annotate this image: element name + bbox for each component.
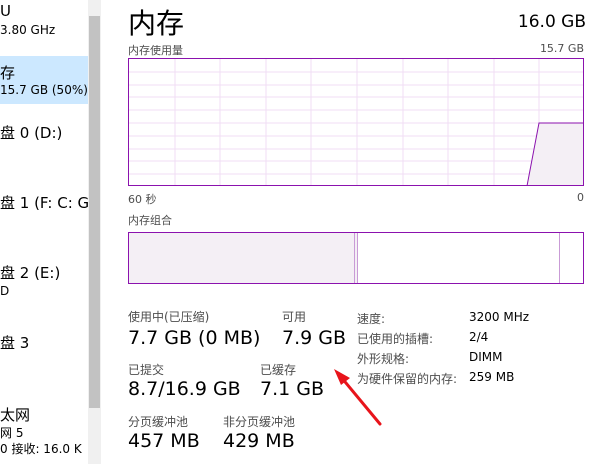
cached-value: 7.1 GB	[260, 378, 325, 400]
composition-standby[interactable]	[358, 233, 560, 283]
sidebar-item-label: 盘 0 (D:)	[0, 124, 63, 142]
sidebar-item-label: 存	[0, 64, 16, 82]
sidebar-item-throughput: 0 接收: 16.0 K	[0, 442, 82, 456]
memory-composition-bar	[128, 232, 584, 284]
page-title: 内存	[128, 7, 185, 40]
sidebar-item-disk-3[interactable]: 盘 3	[0, 324, 88, 380]
in-use-value: 7.7 GB (0 MB)	[128, 327, 261, 349]
in-use-label: 使用中(已压缩)	[128, 310, 210, 324]
hardware-reserved-label: 为硬件保留的内存:	[357, 372, 458, 386]
sidebar-item-disk-1[interactable]: 盘 1 (F: C: G:	[0, 184, 88, 240]
speed-value: 3200 MHz	[469, 310, 530, 324]
memory-usage-graph	[128, 58, 584, 186]
sidebar-item-sublabel: 网 5	[0, 426, 24, 440]
form-factor-value: DIMM	[469, 350, 503, 364]
composition-in-use[interactable]	[129, 233, 354, 283]
sidebar-item-label: 盘 1 (F: C: G:	[0, 194, 88, 212]
sidebar-item-sublabel: 15.7 GB (50%)	[0, 83, 88, 97]
sidebar-item-label: 太网	[0, 406, 31, 424]
slots-label: 已使用的插槽:	[357, 332, 434, 346]
sidebar-item-label: U	[0, 2, 11, 20]
composition-free[interactable]	[560, 233, 583, 283]
sidebar-item-label: 盘 3	[0, 334, 30, 352]
available-label: 可用	[282, 310, 307, 324]
sidebar-item-label: 盘 2 (E:)	[0, 264, 61, 282]
sidebar-item-sublabel: 3.80 GHz	[0, 23, 56, 37]
paged-pool-label: 分页缓冲池	[128, 415, 189, 429]
nonpaged-pool-label: 非分页缓冲池	[223, 415, 296, 429]
scrollbar-thumb[interactable]	[89, 16, 100, 408]
sidebar-item-cpu[interactable]: U 3.80 GHz	[0, 0, 88, 52]
usage-graph-label: 内存使用量	[128, 44, 183, 57]
usage-graph-svg	[129, 59, 583, 185]
sidebar-item-disk-0[interactable]: 盘 0 (D:)	[0, 114, 88, 170]
sidebar-item-sublabel: D	[0, 284, 10, 298]
composition-label: 内存组合	[128, 214, 172, 227]
sidebar: U 3.80 GHz 存 15.7 GB (50%) 盘 0 (D:) 盘 1 …	[0, 0, 88, 464]
total-memory: 16.0 GB	[517, 12, 586, 32]
sidebar-item-ethernet[interactable]: 太网 网 5 0 接收: 16.0 K	[0, 396, 88, 464]
slots-value: 2/4	[469, 330, 489, 344]
form-factor-label: 外形规格:	[357, 352, 410, 366]
speed-label: 速度:	[357, 312, 386, 326]
paged-pool-value: 457 MB	[128, 430, 200, 452]
graph-time-right: 0	[577, 191, 584, 204]
sidebar-item-disk-2[interactable]: 盘 2 (E:) D	[0, 254, 88, 310]
hardware-reserved-value: 259 MB	[469, 370, 515, 384]
sidebar-item-memory[interactable]: 存 15.7 GB (50%)	[0, 56, 88, 104]
nonpaged-pool-value: 429 MB	[223, 430, 295, 452]
committed-value: 8.7/16.9 GB	[128, 378, 241, 400]
graph-time-left: 60 秒	[128, 193, 157, 206]
cached-label: 已缓存	[260, 363, 297, 377]
usage-graph-grid	[129, 59, 583, 185]
memory-panel: 内存 16.0 GB 内存使用量 15.7 GB 60 秒 0 内存组合 使用中…	[101, 0, 600, 464]
committed-label: 已提交	[128, 363, 165, 377]
sidebar-scrollbar[interactable]	[88, 0, 101, 464]
available-value: 7.9 GB	[282, 327, 347, 349]
usage-graph-fill	[527, 123, 583, 185]
usage-graph-max: 15.7 GB	[539, 42, 584, 55]
